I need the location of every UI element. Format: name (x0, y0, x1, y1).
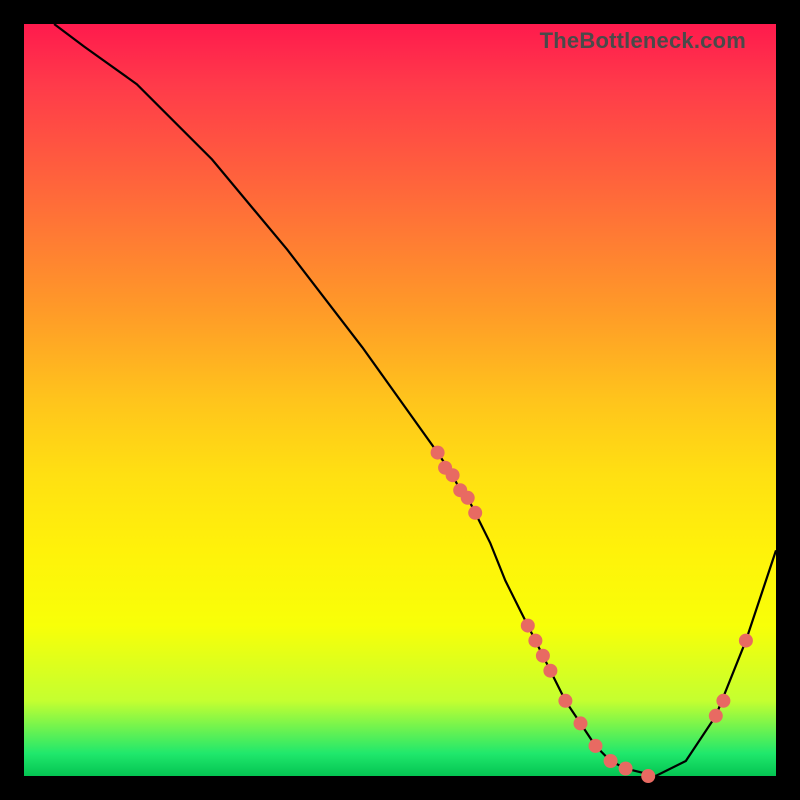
data-marker (468, 506, 482, 520)
data-marker (716, 694, 730, 708)
data-marker (461, 491, 475, 505)
data-marker (521, 619, 535, 633)
data-marker (558, 694, 572, 708)
data-marker (604, 754, 618, 768)
data-marker (446, 468, 460, 482)
data-marker (641, 769, 655, 783)
data-marker (543, 664, 557, 678)
chart-frame: TheBottleneck.com (24, 24, 776, 776)
chart-svg (24, 24, 776, 776)
data-marker (528, 634, 542, 648)
data-marker (536, 649, 550, 663)
data-marker (589, 739, 603, 753)
data-marker (709, 709, 723, 723)
data-marker (574, 716, 588, 730)
data-marker (739, 634, 753, 648)
bottleneck-curve (54, 24, 776, 776)
data-marker (619, 762, 633, 776)
watermark-text: TheBottleneck.com (540, 28, 746, 54)
data-marker (431, 446, 445, 460)
